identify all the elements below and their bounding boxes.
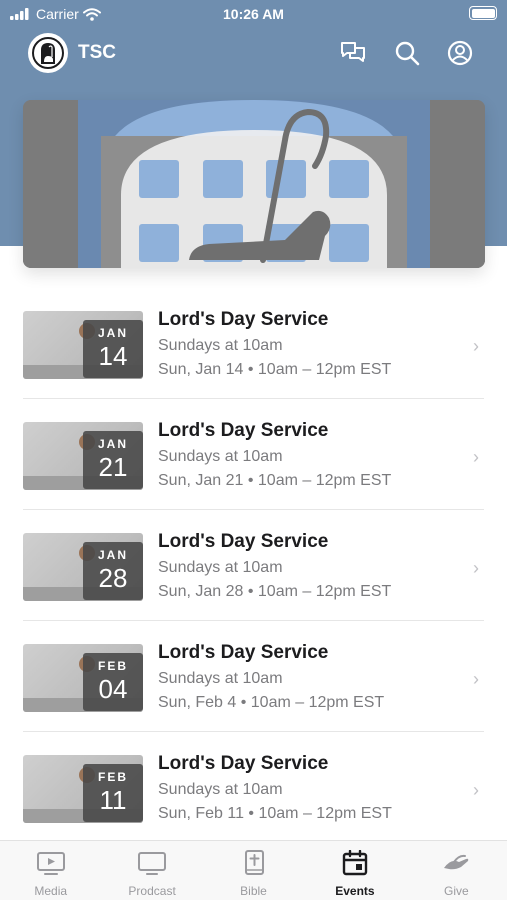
tab-label: Bible — [240, 884, 267, 898]
event-day: 21 — [98, 452, 128, 482]
event-row[interactable]: JAN 14 Lord's Day Service Sundays at 10a… — [0, 288, 507, 399]
event-month: JAN — [97, 326, 128, 340]
event-day: 28 — [98, 563, 128, 593]
tab-label: Prodcast — [128, 884, 176, 898]
event-day: 11 — [99, 785, 127, 815]
event-date-badge: JAN 28 — [83, 542, 143, 600]
event-list: JAN 14 Lord's Day Service Sundays at 10a… — [0, 288, 507, 843]
status-bar: Carrier 10:26 AM — [0, 0, 507, 30]
event-row[interactable]: FEB 04 Lord's Day Service Sundays at 10a… — [0, 621, 507, 732]
tab-label: Media — [34, 884, 68, 898]
event-day: 14 — [98, 341, 128, 371]
tab-label: Give — [443, 884, 469, 898]
give-hand-icon — [444, 854, 469, 870]
chevron-right-icon: › — [473, 558, 479, 578]
battery-icon — [469, 6, 497, 20]
church-banner-image — [23, 100, 485, 268]
event-recurrence: Sundays at 10am — [158, 559, 283, 576]
org-logo[interactable] — [28, 33, 68, 73]
bible-icon — [244, 850, 264, 875]
event-title: Lord's Day Service — [158, 642, 329, 663]
event-row[interactable]: FEB 11 Lord's Day Service Sundays at 10a… — [0, 732, 507, 843]
chat-icon — [341, 42, 365, 62]
event-recurrence: Sundays at 10am — [158, 337, 283, 354]
event-title: Lord's Day Service — [158, 753, 329, 774]
search-icon — [395, 41, 420, 66]
status-time: 10:26 AM — [223, 6, 284, 22]
event-title: Lord's Day Service — [158, 531, 329, 552]
event-date-badge: JAN 14 — [83, 320, 143, 378]
profile-icon — [447, 40, 473, 66]
event-datetime: Sun, Feb 11 • 10am – 12pm EST — [158, 805, 392, 822]
event-month: JAN — [97, 437, 128, 451]
app-bar: TSC — [0, 30, 507, 76]
org-name: TSC — [78, 42, 116, 63]
event-row[interactable]: JAN 21 Lord's Day Service Sundays at 10a… — [0, 399, 507, 510]
event-day: 04 — [98, 674, 128, 704]
event-datetime: Sun, Jan 14 • 10am – 12pm EST — [158, 361, 392, 378]
tv-icon — [138, 852, 167, 875]
chevron-right-icon: › — [473, 447, 479, 467]
event-month: FEB — [98, 659, 128, 673]
chevron-right-icon: › — [473, 780, 479, 800]
chevron-right-icon: › — [473, 669, 479, 689]
event-row[interactable]: JAN 28 Lord's Day Service Sundays at 10a… — [0, 510, 507, 621]
tab-label: Events — [335, 884, 375, 898]
tab-bible[interactable]: Bible — [203, 841, 304, 900]
event-recurrence: Sundays at 10am — [158, 670, 283, 687]
media-play-icon — [36, 852, 65, 875]
profile-button[interactable] — [445, 38, 475, 68]
tab-prodcast[interactable]: Prodcast — [101, 841, 202, 900]
event-date-badge: FEB 11 — [83, 764, 143, 822]
event-date-badge: FEB 04 — [83, 653, 143, 711]
event-month: JAN — [97, 548, 128, 562]
event-recurrence: Sundays at 10am — [158, 781, 283, 798]
event-date-badge: JAN 21 — [83, 431, 143, 489]
search-button[interactable] — [392, 38, 422, 68]
event-month: FEB — [98, 770, 128, 784]
tab-give[interactable]: Give — [406, 841, 507, 900]
tab-bar: Media Prodcast Bible Events Give — [0, 840, 507, 900]
event-recurrence: Sundays at 10am — [158, 448, 283, 465]
event-title: Lord's Day Service — [158, 309, 329, 330]
event-title: Lord's Day Service — [158, 420, 329, 441]
chat-button[interactable] — [338, 38, 368, 68]
chevron-right-icon: › — [473, 336, 479, 356]
calendar-icon — [342, 850, 368, 876]
event-datetime: Sun, Feb 4 • 10am – 12pm EST — [158, 694, 385, 711]
tab-media[interactable]: Media — [0, 841, 101, 900]
event-datetime: Sun, Jan 28 • 10am – 12pm EST — [158, 583, 392, 600]
tab-events[interactable]: Events — [304, 841, 405, 900]
lamb-logo-icon — [32, 37, 64, 69]
event-datetime: Sun, Jan 21 • 10am – 12pm EST — [158, 472, 392, 489]
